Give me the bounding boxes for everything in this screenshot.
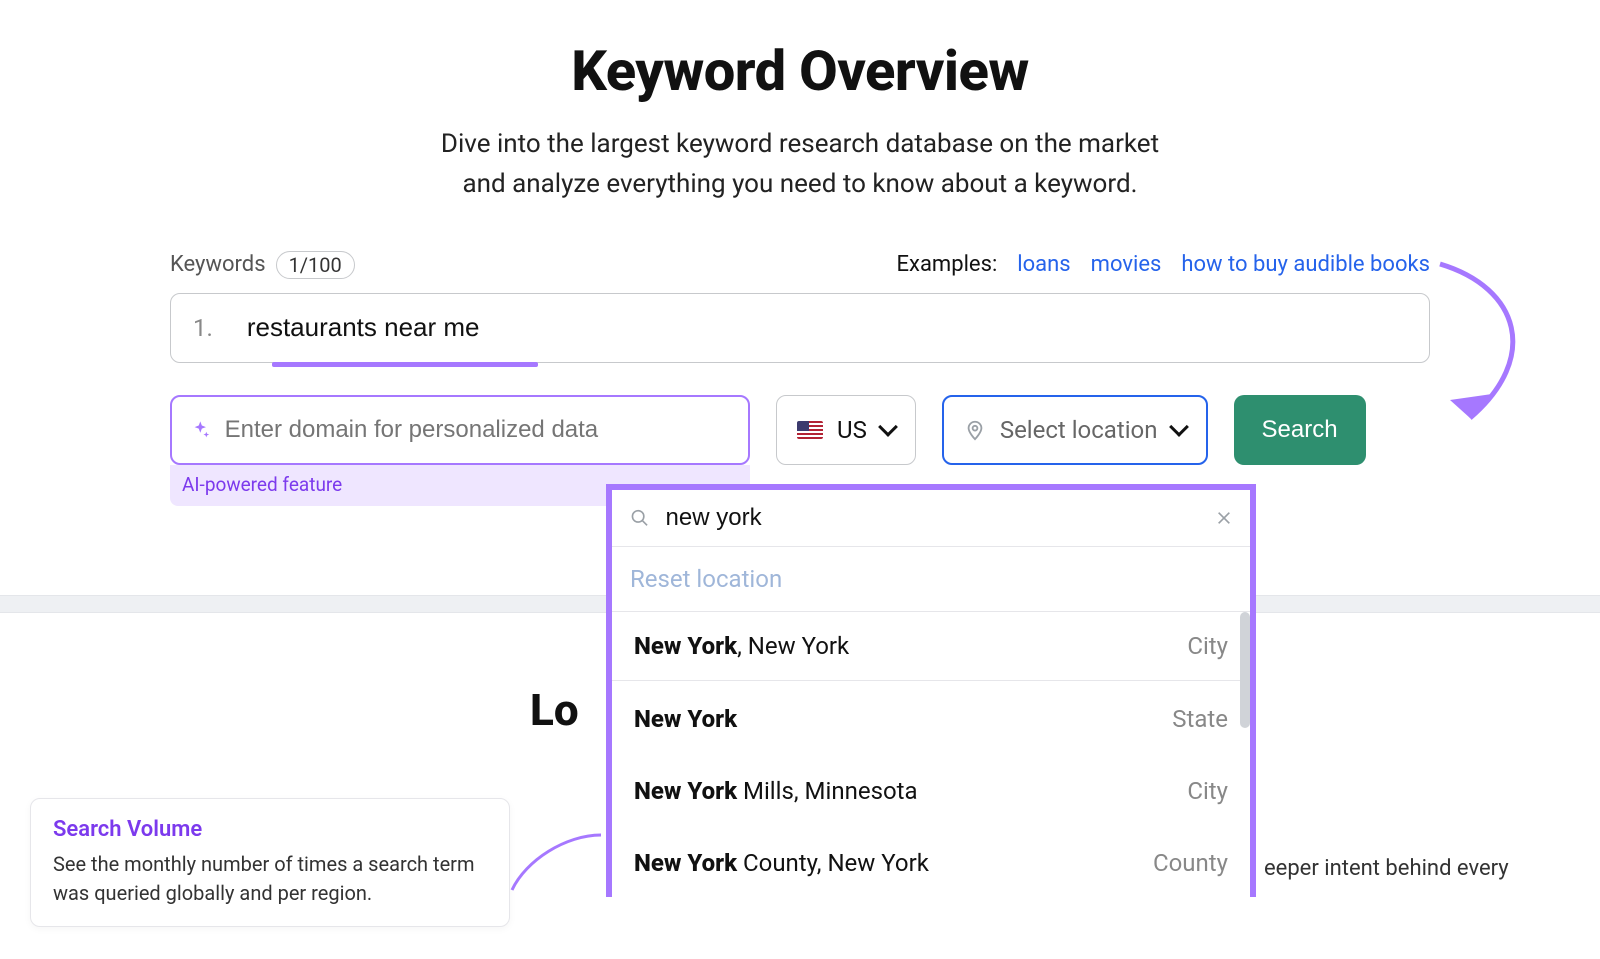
keyword-input[interactable] xyxy=(247,312,1407,343)
scrollbar-thumb[interactable] xyxy=(1240,612,1250,728)
location-category: City xyxy=(1187,777,1228,805)
reset-location-button[interactable]: Reset location xyxy=(612,547,1250,612)
location-suggestion-item[interactable]: New York, New York City xyxy=(612,612,1250,681)
location-placeholder: Select location xyxy=(1000,416,1158,444)
chevron-down-icon xyxy=(1169,417,1189,437)
domain-input[interactable] xyxy=(225,397,730,463)
location-select[interactable]: Select location xyxy=(942,395,1208,465)
domain-input-wrap[interactable] xyxy=(170,395,750,465)
location-suggestion-item[interactable]: New York State xyxy=(612,681,1250,753)
location-suggestion-item[interactable]: New York County, New York County xyxy=(612,825,1250,897)
tooltip-title: Search Volume xyxy=(53,817,487,842)
location-search-input[interactable] xyxy=(666,504,1200,532)
right-text-fragment: eeper intent behind every xyxy=(1264,856,1509,881)
location-suggestion-item[interactable]: New York Mills, Minnesota City xyxy=(612,753,1250,825)
flag-us-icon xyxy=(797,421,823,439)
keyword-underline-accent xyxy=(272,362,538,367)
search-button[interactable]: Search xyxy=(1234,395,1366,465)
location-category: State xyxy=(1172,705,1228,733)
examples-row: Examples: loans movies how to buy audibl… xyxy=(897,252,1430,277)
location-category: City xyxy=(1187,632,1228,660)
location-suggestion-list: New York, New York City New York State N… xyxy=(612,612,1250,897)
close-icon[interactable] xyxy=(1216,509,1232,527)
keyword-index: 1. xyxy=(193,314,213,342)
example-link-audible[interactable]: how to buy audible books xyxy=(1181,252,1430,277)
location-dropdown: Reset location New York, New York City N… xyxy=(606,484,1256,897)
location-category: County xyxy=(1153,849,1228,877)
examples-label: Examples: xyxy=(897,252,998,277)
example-link-loans[interactable]: loans xyxy=(1017,252,1070,277)
database-code: US xyxy=(837,416,867,444)
partial-heading-fragment: Lo xyxy=(530,684,579,736)
search-icon xyxy=(630,507,650,529)
connector-curve-icon xyxy=(506,830,606,900)
sparkle-icon xyxy=(190,419,211,441)
keyword-input-row[interactable]: 1. xyxy=(170,293,1430,363)
example-link-movies[interactable]: movies xyxy=(1091,252,1162,277)
map-pin-icon xyxy=(964,419,986,441)
keywords-label: Keywords 1/100 xyxy=(170,251,355,279)
page-title: Keyword Overview xyxy=(0,38,1600,104)
chevron-down-icon xyxy=(878,417,898,437)
keywords-counter-pill: 1/100 xyxy=(276,251,355,279)
tooltip-body: See the monthly number of times a search… xyxy=(53,850,487,908)
database-select[interactable]: US xyxy=(776,395,916,465)
page-subtitle: Dive into the largest keyword research d… xyxy=(0,124,1600,205)
search-volume-tooltip: Search Volume See the monthly number of … xyxy=(30,798,510,927)
